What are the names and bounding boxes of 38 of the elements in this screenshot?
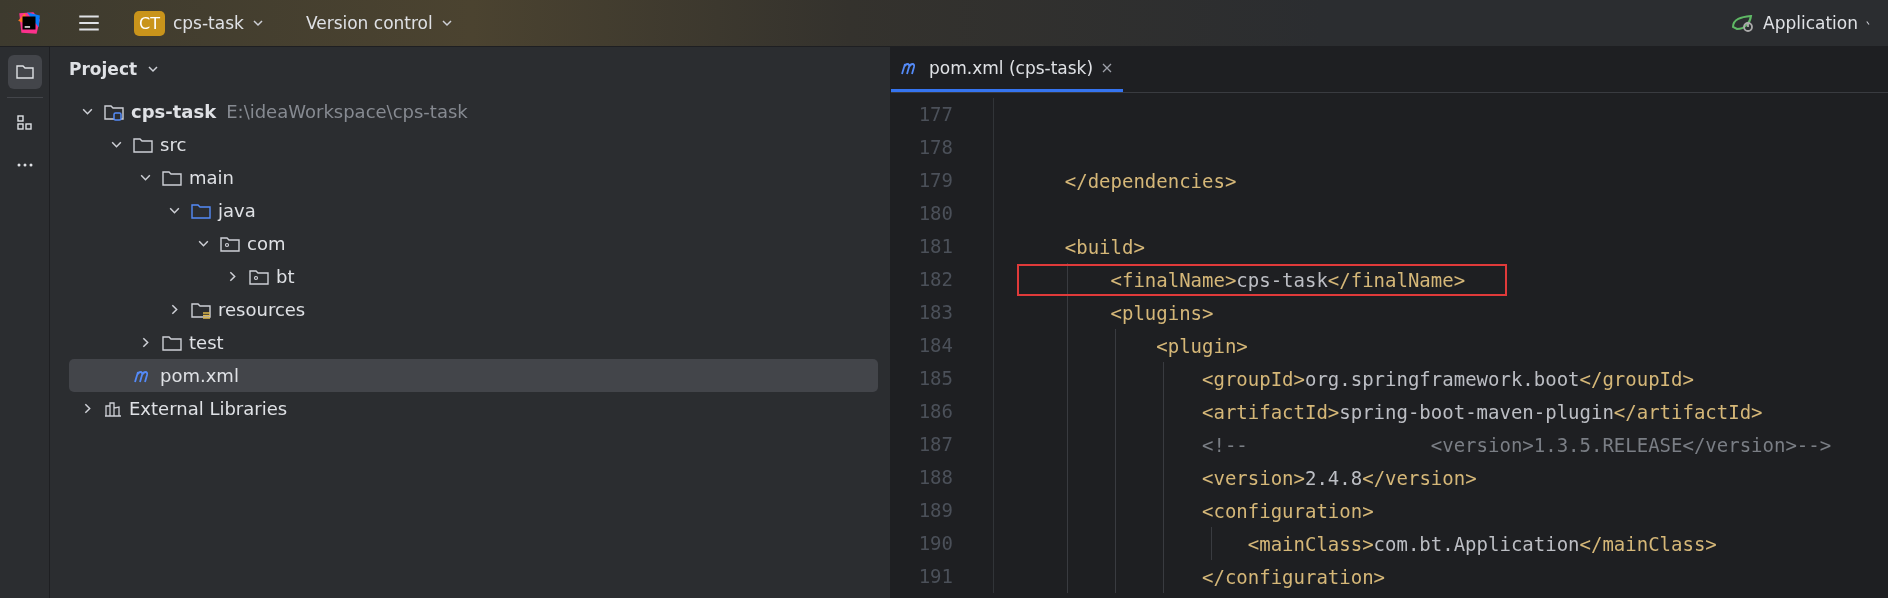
project-badge: CT <box>134 10 165 36</box>
tree-item[interactable]: pom.xml <box>69 359 878 392</box>
code-line: <plugins> <box>1109 300 1215 326</box>
project-dropdown[interactable]: CT cps-task <box>128 6 270 40</box>
code-line: <mainClass>com.bt.Application</mainClass> <box>1246 531 1718 557</box>
path-hint: E:\ideaWorkspace\cps-task <box>226 101 468 122</box>
vcs-label: Version control <box>305 13 433 33</box>
tree-item[interactable]: main <box>69 161 878 194</box>
tree-item[interactable]: java <box>69 194 878 227</box>
vcs-dropdown[interactable]: Version control <box>299 9 459 37</box>
more-icon <box>16 163 33 167</box>
project-name: cps-task <box>172 13 244 33</box>
code-line: </configuration> <box>1201 564 1387 590</box>
code-line: <!-- <version>1.3.5.RELEASE</version>--> <box>1201 432 1833 458</box>
tree-item[interactable]: cps-task E:\ideaWorkspace\cps-task <box>69 95 878 128</box>
tree-item[interactable]: External Libraries <box>69 392 878 425</box>
leaf-power-icon <box>1731 13 1755 33</box>
tree-item[interactable]: src <box>69 128 878 161</box>
code-line: </dependencies> <box>1063 168 1238 194</box>
code-line: <version>2.4.8</version> <box>1201 465 1478 491</box>
tree-item[interactable]: test <box>69 326 878 359</box>
tree-item[interactable]: resources <box>69 293 878 326</box>
run-config-label: Application <box>1763 13 1858 33</box>
close-icon[interactable] <box>1101 62 1114 74</box>
run-config-dropdown[interactable]: Application <box>1725 9 1872 37</box>
project-tool-button[interactable] <box>7 55 42 89</box>
tree-item[interactable]: bt <box>69 260 878 293</box>
folder-icon <box>14 62 35 82</box>
code-line: <build> <box>1063 234 1146 260</box>
app-logo-icon[interactable] <box>16 10 42 36</box>
code-line: <configuration> <box>1201 498 1375 524</box>
code-line: <artifactId>spring-boot-maven-plugin</artifactId> <box>1201 399 1764 425</box>
structure-icon <box>14 113 35 133</box>
panel-title: Project <box>69 59 138 79</box>
code-line: <groupId>org.springframework.boot</groupId> <box>1201 366 1695 392</box>
editor-tab[interactable]: pom.xml (cps-task) <box>891 47 1124 92</box>
tree-item[interactable]: com <box>69 227 878 260</box>
code-line: <plugin> <box>1155 333 1249 359</box>
